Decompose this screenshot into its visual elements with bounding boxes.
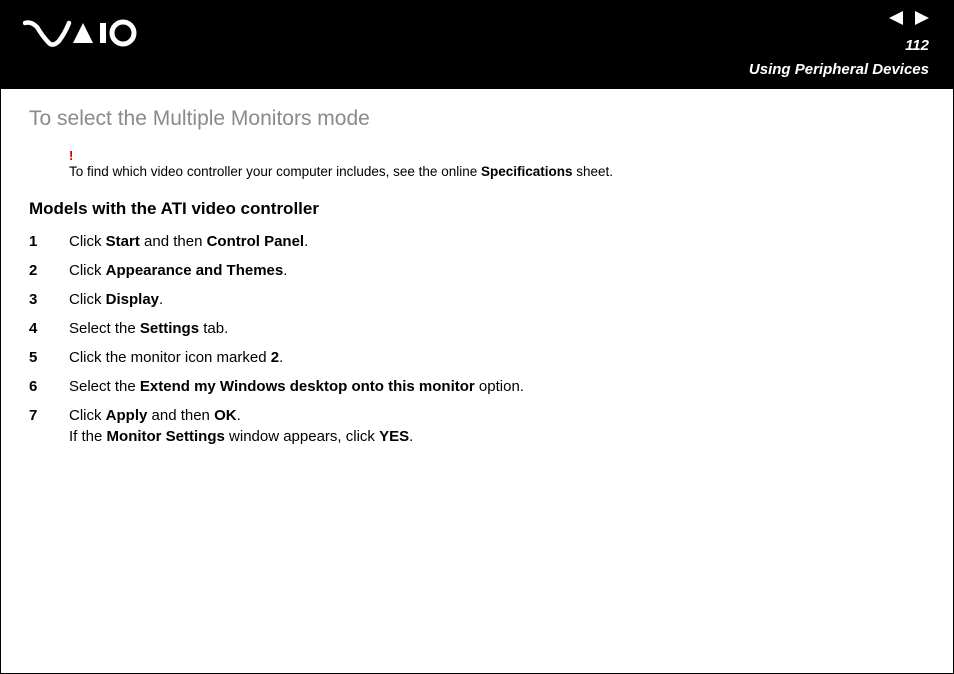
step-body: Click the monitor icon marked 2.: [69, 347, 925, 368]
step-number: 4: [29, 318, 69, 339]
step-number: 5: [29, 347, 69, 368]
nav-next-icon[interactable]: [913, 11, 929, 25]
step-body: Select the Extend my Windows desktop ont…: [69, 376, 925, 397]
note-bang-icon: !: [69, 149, 925, 162]
step-number: 3: [29, 289, 69, 310]
step-body: Click Start and then Control Panel.: [69, 231, 925, 252]
steps-list: 1 Click Start and then Control Panel. 2 …: [29, 231, 925, 447]
step-body: Click Apply and then OK. If the Monitor …: [69, 405, 925, 447]
step-3: 3 Click Display.: [29, 289, 925, 310]
step-body: Click Display.: [69, 289, 925, 310]
note-text: To find which video controller your comp…: [69, 164, 613, 179]
vaio-logo: [23, 19, 143, 54]
step-6: 6 Select the Extend my Windows desktop o…: [29, 376, 925, 397]
step-5: 5 Click the monitor icon marked 2.: [29, 347, 925, 368]
page-title: To select the Multiple Monitors mode: [29, 107, 925, 131]
step-1: 1 Click Start and then Control Panel.: [29, 231, 925, 252]
step-2: 2 Click Appearance and Themes.: [29, 260, 925, 281]
nav-prev-icon[interactable]: [889, 11, 905, 25]
step-number: 2: [29, 260, 69, 281]
content-area: To select the Multiple Monitors mode ! T…: [1, 89, 953, 447]
nav-arrows: [889, 11, 929, 25]
subsection-heading: Models with the ATI video controller: [29, 199, 925, 219]
step-number: 6: [29, 376, 69, 397]
section-name: Using Peripheral Devices: [749, 61, 929, 78]
step-body: Select the Settings tab.: [69, 318, 925, 339]
step-4: 4 Select the Settings tab.: [29, 318, 925, 339]
page-number: 112: [905, 37, 929, 54]
note-block: ! To find which video controller your co…: [69, 149, 925, 179]
step-body: Click Appearance and Themes.: [69, 260, 925, 281]
step-number: 7: [29, 405, 69, 447]
header-bar: 112 Using Peripheral Devices: [1, 1, 953, 89]
step-7: 7 Click Apply and then OK. If the Monito…: [29, 405, 925, 447]
step-number: 1: [29, 231, 69, 252]
